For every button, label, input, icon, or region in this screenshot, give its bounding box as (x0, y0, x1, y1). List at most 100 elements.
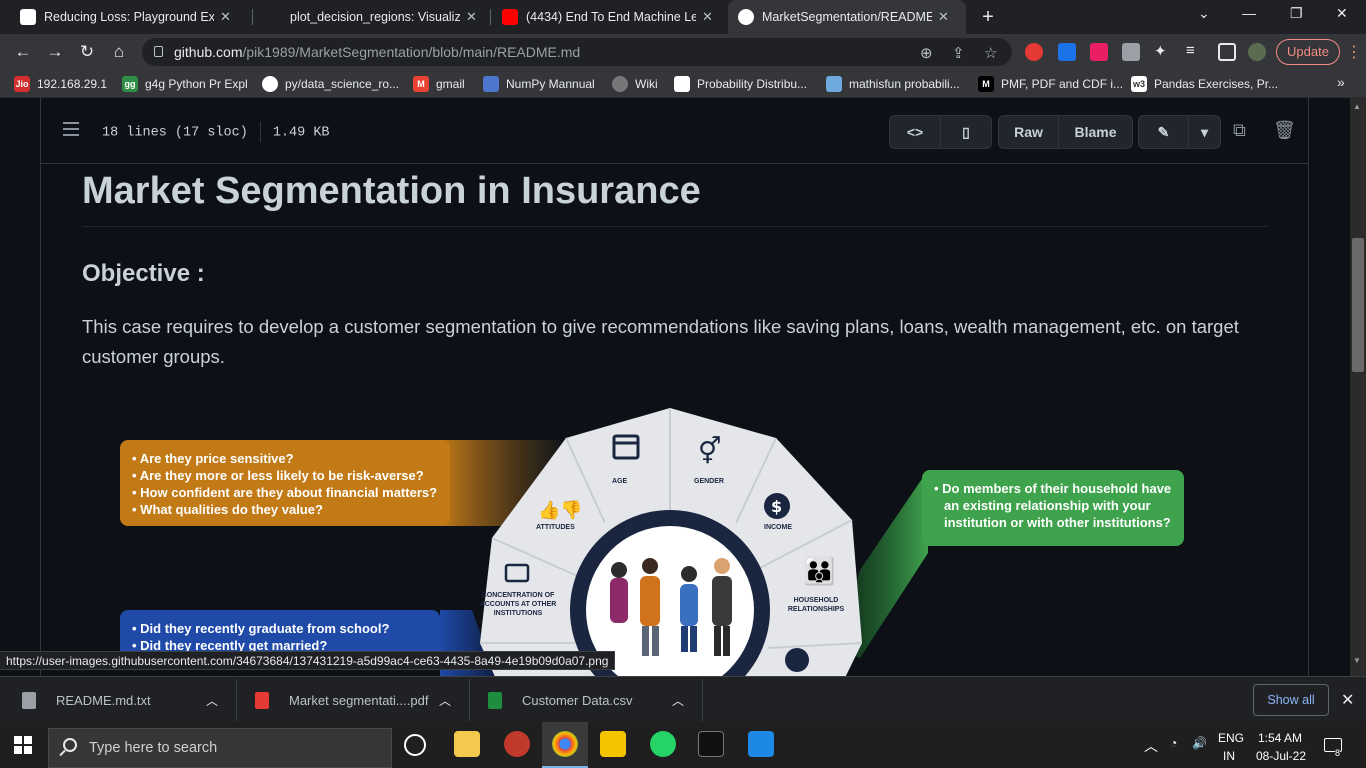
bookmark-item[interactable]: Jio 192.168.29.1 (14, 76, 107, 92)
raw-button[interactable]: Raw (999, 116, 1059, 148)
more-bookmarks-icon[interactable]: » (1337, 74, 1345, 90)
download-name: Market segmentati....pdf (289, 692, 429, 708)
url-text: github.com/pik1989/MarketSegmentation/bl… (174, 44, 580, 60)
paint-icon[interactable] (504, 731, 530, 757)
code-view-icon[interactable]: <> (890, 116, 941, 148)
download-item[interactable]: Market segmentati....pdf ︿ (255, 677, 465, 723)
puzzle-icon[interactable]: ✦ (1154, 42, 1167, 60)
close-icon[interactable]: ✕ (938, 9, 949, 25)
volume-icon[interactable]: 🔊 (1192, 736, 1207, 750)
bookmark-item[interactable]: py/data_science_ro... (262, 76, 399, 92)
forward-button[interactable]: → (44, 41, 66, 63)
extension-icon[interactable] (1058, 43, 1076, 61)
preview-file-icon[interactable]: ▯ (941, 116, 991, 148)
bookmark-item[interactable]: M PMF, PDF and CDF i... (978, 76, 1123, 92)
google-developers-icon (20, 9, 36, 25)
terminal-icon[interactable] (698, 731, 724, 757)
extension-icon[interactable] (1122, 43, 1140, 61)
tab-market-segmentation[interactable]: MarketSegmentation/README.m ✕ (728, 0, 966, 34)
segment-concentration-label: CONCENTRATION OF ACCOUNTS AT OTHER INSTI… (479, 592, 557, 617)
avatar[interactable] (1248, 43, 1266, 61)
thumbs-icon: 👍👎 (538, 499, 583, 521)
zoom-icon[interactable]: ⊕ (920, 44, 933, 62)
tab-youtube[interactable]: (4434) End To End Machine Learn ✕ (492, 0, 724, 34)
clock-time[interactable]: 1:54 AM (1258, 731, 1302, 745)
chevron-up-icon[interactable]: ︿ (439, 692, 451, 709)
jio-icon: Jio (14, 76, 30, 92)
callout-item: Did they recently graduate from school? (140, 620, 428, 637)
close-icon[interactable]: ✕ (220, 9, 231, 25)
tab-plot-decision-regions[interactable]: plot_decision_regions: Visualize t ✕ (256, 0, 488, 34)
language-indicator[interactable]: ENG (1218, 731, 1244, 745)
github-icon (738, 9, 754, 25)
bookmark-label: 192.168.29.1 (37, 77, 108, 91)
photos-icon[interactable] (748, 731, 774, 757)
file-explorer-icon[interactable] (454, 731, 480, 757)
copy-icon[interactable]: ⧉ (1233, 120, 1246, 141)
lock-icon[interactable] (154, 46, 163, 57)
chevron-up-icon[interactable]: ︿ (1144, 736, 1158, 756)
globe-icon (612, 76, 628, 92)
close-icon[interactable]: ✕ (1341, 690, 1354, 710)
media-control-icon[interactable]: ≡ (1186, 42, 1195, 59)
chevron-down-icon[interactable]: ▾ (1189, 116, 1220, 148)
edit-group: ✎ ▾ (1138, 115, 1221, 149)
bookmark-item[interactable]: NumPy Mannual (483, 76, 595, 92)
close-icon[interactable]: ✕ (702, 9, 713, 25)
extension-icon[interactable] (1090, 43, 1108, 61)
whatsapp-icon[interactable] (650, 731, 676, 757)
page-scrollbar[interactable]: ▲ ▼ (1350, 98, 1366, 676)
scrollbar-thumb[interactable] (1352, 238, 1364, 372)
blame-button[interactable]: Blame (1059, 116, 1132, 148)
bookmark-item[interactable]: gg g4g Python Pr Expl (122, 76, 248, 92)
address-bar[interactable]: github.com/pik1989/MarketSegmentation/bl… (142, 38, 1012, 66)
downloads-bar: README.md.txt ︿ Market segmentati....pdf… (0, 676, 1366, 722)
bookmark-item[interactable]: w3 Pandas Exercises, Pr... (1131, 76, 1278, 92)
menu-kebab-icon[interactable]: ⋮ (1346, 42, 1362, 62)
trash-icon[interactable]: 🗑 (1273, 120, 1296, 141)
text-file-icon (22, 691, 36, 709)
download-name: README.md.txt (56, 692, 151, 708)
tab-reducing-loss[interactable]: Reducing Loss: Playground Exerc ✕ (10, 0, 250, 34)
line-count: 18 lines (17 sloc) (102, 125, 248, 141)
segment-income-label: INCOME (764, 524, 792, 531)
restore-button[interactable]: ❐ (1290, 5, 1303, 22)
chevron-up-icon[interactable]: ︿ (206, 692, 218, 709)
task-view-icon[interactable] (404, 734, 426, 756)
reload-button[interactable]: ↻ (76, 41, 98, 63)
download-item[interactable]: Customer Data.csv ︿ (488, 677, 698, 723)
outline-list-icon[interactable] (63, 122, 79, 138)
sticky-notes-icon[interactable] (600, 731, 626, 757)
new-tab-button[interactable]: + (978, 6, 998, 29)
bookmark-label: g4g Python Pr Expl (145, 77, 248, 91)
back-button[interactable]: ← (12, 41, 34, 63)
segmentation-infographic[interactable]: ⚥ $ 👪 👍👎 AGE GENDER INCOME HOUSEHOLD REL… (100, 398, 1210, 676)
share-icon[interactable]: ⇪ (952, 44, 965, 62)
tab-search-icon[interactable]: ⌄ (1198, 5, 1210, 22)
minimize-button[interactable]: — (1242, 5, 1256, 21)
download-item[interactable]: README.md.txt ︿ (22, 677, 232, 723)
bookmark-item[interactable]: mathisfun probabili... (826, 76, 960, 92)
edit-pencil-icon[interactable]: ✎ (1139, 116, 1189, 148)
chrome-icon[interactable] (552, 731, 578, 757)
wifi-icon[interactable]: ◔ (1170, 736, 1177, 750)
bookmark-item[interactable]: Mgmail (413, 76, 465, 92)
chevron-up-icon[interactable]: ︿ (672, 692, 684, 709)
close-window-button[interactable]: ✕ (1336, 5, 1348, 22)
home-button[interactable]: ⌂ (108, 41, 130, 63)
extension-icon[interactable] (1025, 43, 1043, 61)
show-all-button[interactable]: Show all (1253, 684, 1329, 716)
update-button[interactable]: Update (1276, 39, 1340, 65)
bookmark-item[interactable]: Probability Distribu... (674, 76, 807, 92)
taskbar-search[interactable]: Type here to search (48, 728, 392, 768)
scroll-down-arrow-icon[interactable]: ▼ (1353, 656, 1361, 665)
segment-household-label: HOUSEHOLD RELATIONSHIPS (787, 597, 845, 613)
side-panel-icon[interactable] (1218, 43, 1236, 61)
tab-title: plot_decision_regions: Visualize t (290, 10, 460, 24)
bookmark-star-icon[interactable]: ☆ (984, 44, 997, 62)
windows-start-icon[interactable] (14, 736, 32, 754)
scroll-up-arrow-icon[interactable]: ▲ (1353, 102, 1361, 111)
divider (702, 679, 703, 721)
close-icon[interactable]: ✕ (466, 9, 477, 25)
bookmark-item[interactable]: Wiki (612, 76, 658, 92)
